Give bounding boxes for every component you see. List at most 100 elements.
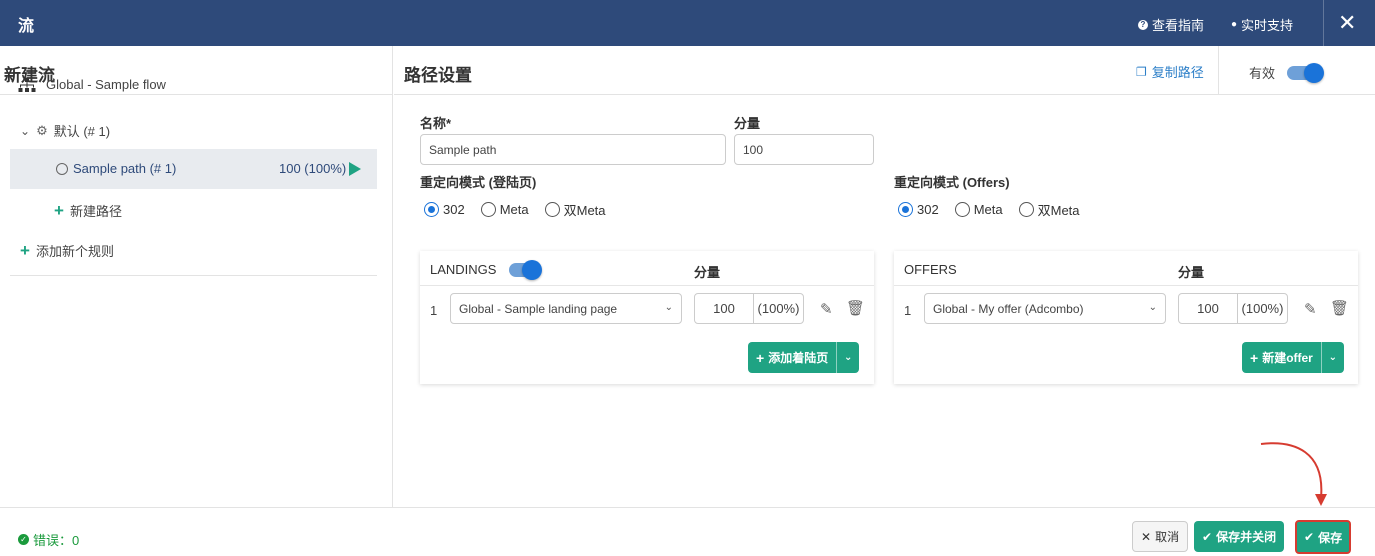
path-share: 100 (100%)	[279, 161, 347, 176]
offer-share-percent: (100%)	[1241, 301, 1284, 316]
save-button[interactable]: ✔ 保存	[1295, 520, 1352, 554]
chevron-down-icon: ⌄	[664, 302, 673, 313]
add-landing-button[interactable]: + 添加着陆页 ⌄	[748, 342, 860, 373]
active-label: 有效	[1249, 66, 1276, 81]
chevron-down-icon[interactable]: ⌄	[837, 352, 859, 363]
add-rule-button[interactable]: + 添加新个规则	[20, 241, 114, 260]
window-title: 流	[18, 18, 35, 35]
landing-index: 1	[430, 303, 438, 318]
help-icon: ?	[1138, 19, 1148, 30]
pencil-icon[interactable]: ✎	[1304, 300, 1317, 318]
flow-tree-panel: 新建流	[0, 46, 393, 507]
landings-share-label: 分量	[694, 265, 721, 280]
guide-link[interactable]: ? 查看指南	[1138, 15, 1204, 34]
radio-icon	[1018, 202, 1034, 217]
redirect-landing-double-meta[interactable]: 双Meta	[544, 200, 606, 219]
chevron-down-icon: ⌄	[1148, 302, 1157, 313]
rule-item-default[interactable]: ⌄ ⚙ 默认 (# 1)	[20, 121, 110, 140]
redirect-landing-meta[interactable]: Meta	[480, 202, 529, 217]
redirect-offers-group: 302 Meta 双Meta	[898, 200, 1096, 219]
new-offer-label: 新建offer	[1262, 351, 1313, 365]
redirect-landing-302[interactable]: 302	[424, 202, 465, 217]
offers-share-label: 分量	[1178, 265, 1205, 280]
new-offer-button[interactable]: + 新建offer ⌄	[1242, 342, 1344, 373]
plus-icon: +	[20, 241, 30, 260]
error-count: 错误：0	[33, 533, 80, 548]
radio-icon	[954, 202, 970, 217]
support-link[interactable]: ● 实时支持	[1231, 15, 1293, 34]
chat-icon: ●	[1231, 19, 1238, 30]
cancel-button[interactable]: ✕ 取消	[1132, 521, 1189, 552]
copy-path-label: 复制路径	[1151, 65, 1204, 80]
flow-name: Global - Sample flow	[46, 77, 166, 92]
add-rule-label: 添加新个规则	[35, 244, 114, 259]
landings-card: LANDINGS 分量 1 Global - Sample landing pa…	[420, 251, 874, 384]
offer-select[interactable]: Global - My offer (Adcombo) ⌄	[924, 293, 1166, 324]
redirect-offers-302[interactable]: 302	[898, 202, 939, 217]
sitemap-icon	[18, 77, 36, 92]
top-bar: 流 ? 查看指南 ● 实时支持 ✕	[0, 0, 1375, 46]
offer-select-value: Global - My offer (Adcombo)	[933, 302, 1084, 316]
divider	[894, 285, 1358, 286]
flow-root-item[interactable]: Global - Sample flow	[18, 77, 166, 92]
redirect-landing-group: 302 Meta 双Meta	[424, 200, 622, 219]
guide-link-label: 查看指南	[1152, 18, 1205, 33]
header-divider	[1218, 46, 1219, 95]
copy-path-link[interactable]: ❐ 复制路径	[1136, 62, 1204, 81]
add-landing-label: 添加着陆页	[768, 351, 829, 365]
name-label: 名称*	[420, 116, 452, 131]
save-close-label: 保存并关闭	[1216, 530, 1277, 544]
landing-select-value: Global - Sample landing page	[459, 302, 618, 316]
landings-title: LANDINGS	[430, 262, 497, 277]
redirect-offers-label: 重定向模式 (Offers)	[894, 175, 1010, 190]
error-status: ✓ 错误：0	[18, 530, 79, 549]
name-input[interactable]: Sample path	[420, 134, 726, 165]
cancel-label: 取消	[1155, 530, 1180, 544]
pencil-icon[interactable]: ✎	[820, 300, 833, 318]
radio-selected-icon	[424, 202, 439, 217]
copy-icon: ❐	[1136, 64, 1147, 79]
path-item-sample[interactable]: Sample path (# 1) 100 (100%)	[10, 149, 377, 189]
plus-icon: +	[1250, 349, 1259, 366]
landings-toggle[interactable]	[509, 260, 542, 280]
panel-title-path-settings: 路径设置	[404, 66, 472, 85]
chevron-down-icon[interactable]: ⌄	[20, 124, 30, 138]
chevron-down-icon[interactable]: ⌄	[1322, 352, 1344, 363]
new-path-button[interactable]: + 新建路径	[54, 201, 122, 220]
toggle-knob	[1304, 63, 1324, 83]
offers-title: OFFERS	[904, 262, 957, 277]
share-input[interactable]: 100	[734, 134, 874, 165]
save-label: 保存	[1318, 530, 1343, 545]
save-and-close-button[interactable]: ✔ 保存并关闭	[1194, 521, 1285, 552]
check-icon: ✔	[1202, 529, 1213, 544]
header-divider	[1323, 0, 1324, 46]
redirect-offers-meta[interactable]: Meta	[954, 202, 1003, 217]
radio-icon	[544, 202, 560, 217]
landing-share-percent: (100%)	[757, 301, 800, 316]
play-icon[interactable]	[349, 162, 361, 176]
trash-icon[interactable]: 🗑	[846, 299, 865, 317]
redirect-offers-double-meta[interactable]: 双Meta	[1018, 200, 1080, 219]
rule-label: 默认 (# 1)	[53, 124, 111, 139]
divider	[10, 275, 377, 276]
plus-icon: +	[54, 201, 64, 220]
new-path-label: 新建路径	[69, 204, 122, 219]
toggle-knob	[522, 260, 542, 280]
active-toggle[interactable]	[1287, 63, 1324, 83]
support-link-label: 实时支持	[1241, 18, 1294, 33]
path-settings-header: 路径设置 ❐ 复制路径 有效	[394, 46, 1375, 95]
close-icon: ✕	[1141, 529, 1152, 544]
path-label: Sample path (# 1)	[73, 161, 177, 176]
gear-icon[interactable]: ⚙	[36, 123, 48, 139]
close-icon[interactable]: ✕	[1338, 10, 1356, 36]
redirect-landing-label: 重定向模式 (登陆页)	[420, 175, 537, 190]
share-label: 分量	[734, 116, 761, 131]
trash-icon[interactable]: 🗑	[1330, 299, 1349, 317]
landing-share-value[interactable]: 100	[695, 294, 754, 323]
offer-share-field[interactable]: 100 (100%)	[1178, 293, 1288, 324]
path-radio-icon	[56, 162, 68, 175]
check-circle-icon: ✓	[18, 534, 29, 545]
landing-share-field[interactable]: 100 (100%)	[694, 293, 804, 324]
offer-share-value[interactable]: 100	[1179, 294, 1238, 323]
landing-select[interactable]: Global - Sample landing page ⌄	[450, 293, 682, 324]
